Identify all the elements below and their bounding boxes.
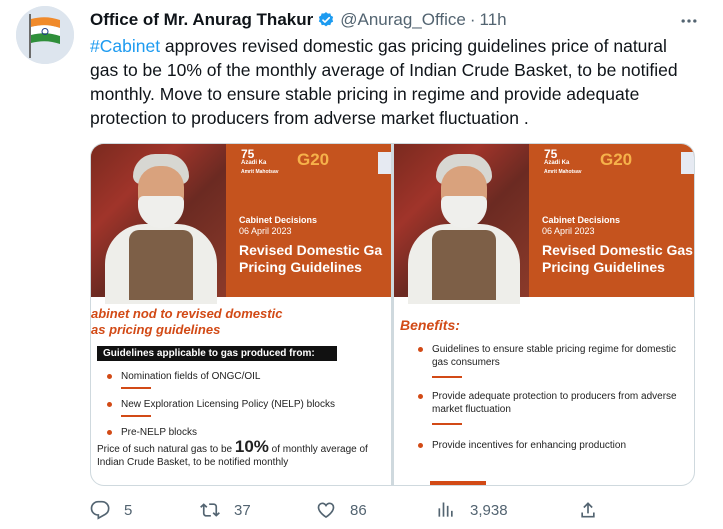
g20-logo: G20 <box>297 150 330 169</box>
media-image-left[interactable]: 75 Azadi Ka Amrit Mahotsav G20 Cabinet D… <box>91 144 391 485</box>
portrait-photo <box>91 144 226 304</box>
decision-label: Cabinet Decisions 06 April 2023 <box>239 215 318 236</box>
reply-button[interactable]: 5 <box>90 500 132 520</box>
tweet-body: approves revised domestic gas pricing gu… <box>90 36 678 128</box>
logo-strip: 75 Azadi Ka Amrit Mahotsav G20 <box>524 144 694 184</box>
share-button[interactable] <box>578 500 598 520</box>
like-count: 86 <box>350 501 367 519</box>
author-display-name[interactable]: Office of Mr. Anurag Thakur <box>90 10 313 30</box>
list-item: Provide incentives for enhancing product… <box>416 439 688 452</box>
card-header-banner: 75 Azadi Ka Amrit Mahotsav G20 Cabinet D… <box>394 144 694 304</box>
separator-dot: · <box>469 10 476 29</box>
benefits-list: Guidelines to ensure stable pricing regi… <box>416 343 688 369</box>
g20-logo: G20 <box>600 150 633 169</box>
verified-badge-icon <box>319 12 334 27</box>
guidelines-list: New Exploration Licensing Policy (NELP) … <box>105 398 385 411</box>
logo-strip: 75 Azadi Ka Amrit Mahotsav G20 <box>221 144 391 184</box>
tweet-media[interactable]: 75 Azadi Ka Amrit Mahotsav G20 Cabinet D… <box>90 143 695 486</box>
author-handle[interactable]: @Anurag_Office <box>340 10 466 30</box>
list-item: Provide adequate protection to producers… <box>416 390 688 416</box>
media-image-right[interactable]: 75 Azadi Ka Amrit Mahotsav G20 Cabinet D… <box>394 144 694 485</box>
card-header-banner: 75 Azadi Ka Amrit Mahotsav G20 Cabinet D… <box>91 144 391 304</box>
flag-avatar-image <box>16 6 74 64</box>
portrait-photo <box>394 144 529 304</box>
list-item: Nomination fields of ONGC/OIL <box>105 370 385 383</box>
list-item: Guidelines to ensure stable pricing regi… <box>416 343 688 369</box>
avatar[interactable] <box>16 6 74 64</box>
decision-title: Revised Domestic Gas Pricing Guidelines <box>542 242 693 275</box>
azadi-logo: 75 Azadi Ka Amrit Mahotsav <box>241 147 279 175</box>
azadi-logo: 75 Azadi Ka Amrit Mahotsav <box>544 147 582 175</box>
pib-logo <box>378 152 391 174</box>
card-heading: abinet nod to revised domestic as pricin… <box>91 306 283 337</box>
action-bar: 5 37 86 3,938 <box>90 500 610 526</box>
reply-icon <box>90 500 110 520</box>
decision-title: Revised Domestic Ga Pricing Guidelines <box>239 242 383 275</box>
guidelines-bar: Guidelines applicable to gas produced fr… <box>97 346 337 361</box>
price-statement: Price of such natural gas to be 10% of m… <box>97 437 368 468</box>
like-button[interactable]: 86 <box>316 500 367 520</box>
tweet-text: #Cabinet approves revised domestic gas p… <box>90 34 690 130</box>
list-item: New Exploration Licensing Policy (NELP) … <box>105 398 385 411</box>
pib-logo <box>681 152 694 174</box>
share-icon <box>581 502 595 518</box>
view-count: 3,938 <box>470 501 508 519</box>
views-button[interactable]: 3,938 <box>436 500 508 520</box>
views-icon <box>438 502 453 517</box>
benefits-heading: Benefits: <box>400 317 460 333</box>
divider <box>432 376 462 378</box>
cabinet-hashtag-link[interactable]: #Cabinet <box>90 36 160 56</box>
benefits-list: Provide adequate protection to producers… <box>416 390 688 416</box>
tweet-header: Office of Mr. Anurag Thakur @Anurag_Offi… <box>90 9 507 31</box>
retweet-icon <box>200 503 220 517</box>
decision-label: Cabinet Decisions 06 April 2023 <box>542 215 621 236</box>
tweet-time[interactable]: 11h <box>480 10 507 30</box>
retweet-button[interactable]: 37 <box>200 500 251 520</box>
reply-count: 5 <box>124 501 133 519</box>
like-icon <box>317 502 335 519</box>
benefits-list: Provide incentives for enhancing product… <box>416 439 688 452</box>
divider <box>121 387 151 389</box>
more-icon[interactable] <box>679 11 699 31</box>
divider <box>432 423 462 425</box>
accent-bar <box>430 481 486 485</box>
guidelines-list: Nomination fields of ONGC/OIL <box>105 370 385 383</box>
divider <box>121 415 151 417</box>
retweet-count: 37 <box>234 501 251 519</box>
